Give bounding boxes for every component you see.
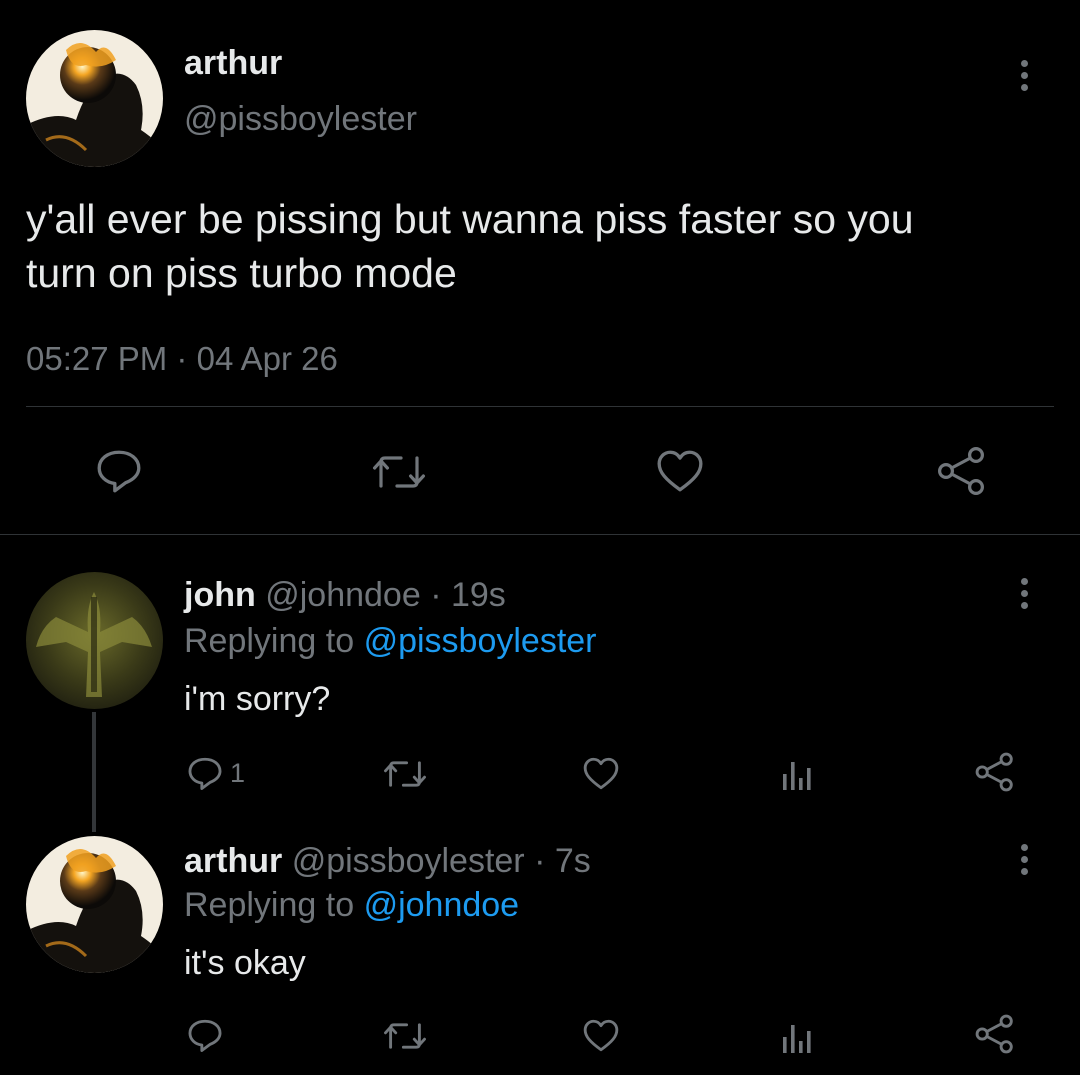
replying-to: Replying to @johndoe: [184, 886, 520, 924]
reply-header: arthur @pissboylester · 7s: [184, 842, 591, 881]
reply-icon: [188, 757, 222, 790]
analytics-icon: [783, 1025, 811, 1053]
reply-count: 1: [230, 758, 246, 788]
share-icon: [975, 1014, 1013, 1054]
retweet-button[interactable]: [370, 452, 428, 492]
divider: [0, 534, 1080, 535]
like-icon: [583, 1019, 619, 1052]
like-icon: [657, 450, 703, 492]
more-icon: [1021, 60, 1028, 67]
tweet-timestamp[interactable]: 05:27 PM · 04 Apr 26: [26, 340, 338, 378]
more-icon: [1021, 844, 1028, 851]
reply-header: john @johndoe · 19s: [184, 576, 506, 615]
more-options-button[interactable]: [1021, 844, 1028, 875]
thread-line: [92, 712, 96, 832]
share-button[interactable]: [974, 1014, 1016, 1054]
author-name[interactable]: arthur: [184, 842, 282, 880]
reply-button[interactable]: [94, 448, 144, 494]
author-name[interactable]: arthur: [184, 44, 282, 83]
divider: [26, 406, 1054, 407]
avatar[interactable]: [26, 572, 163, 709]
author-handle[interactable]: @pissboylester: [184, 100, 417, 139]
like-button[interactable]: [655, 448, 705, 494]
more-options-button[interactable]: [1021, 578, 1028, 609]
more-icon: [1021, 578, 1028, 585]
share-icon: [975, 752, 1013, 792]
share-button[interactable]: [936, 446, 988, 496]
reply-icon: [97, 450, 141, 493]
retweet-icon: [384, 1023, 426, 1049]
avatar[interactable]: [26, 836, 163, 973]
reply-button[interactable]: [186, 1018, 224, 1053]
more-options-button[interactable]: [1021, 60, 1028, 91]
retweet-button[interactable]: [382, 1020, 428, 1052]
author-name[interactable]: john: [184, 576, 256, 614]
reply-button[interactable]: 1: [186, 756, 245, 791]
like-icon: [583, 757, 619, 790]
reply-age: · 7s: [534, 842, 591, 880]
reply-text: i'm sorry?: [184, 680, 331, 718]
mention-link[interactable]: @pissboylester: [364, 622, 597, 660]
analytics-icon: [783, 762, 811, 790]
retweet-icon: [373, 456, 425, 488]
analytics-button[interactable]: [781, 756, 813, 790]
like-button[interactable]: [582, 756, 620, 791]
share-button[interactable]: [974, 752, 1016, 792]
share-icon: [937, 446, 984, 495]
reply-text: it's okay: [184, 944, 306, 982]
analytics-button[interactable]: [781, 1019, 813, 1053]
like-button[interactable]: [582, 1018, 620, 1053]
avatar[interactable]: [26, 30, 163, 167]
retweet-icon: [384, 761, 426, 787]
mention-link[interactable]: @johndoe: [364, 886, 520, 924]
author-handle[interactable]: @johndoe: [265, 576, 421, 614]
tweet-text: y'all ever be pissing but wanna piss fas…: [26, 196, 914, 296]
reply-age: · 19s: [430, 576, 506, 614]
replying-to: Replying to @pissboylester: [184, 622, 597, 660]
reply-icon: [188, 1019, 222, 1052]
author-handle[interactable]: @pissboylester: [292, 842, 525, 880]
retweet-button[interactable]: [382, 758, 428, 790]
